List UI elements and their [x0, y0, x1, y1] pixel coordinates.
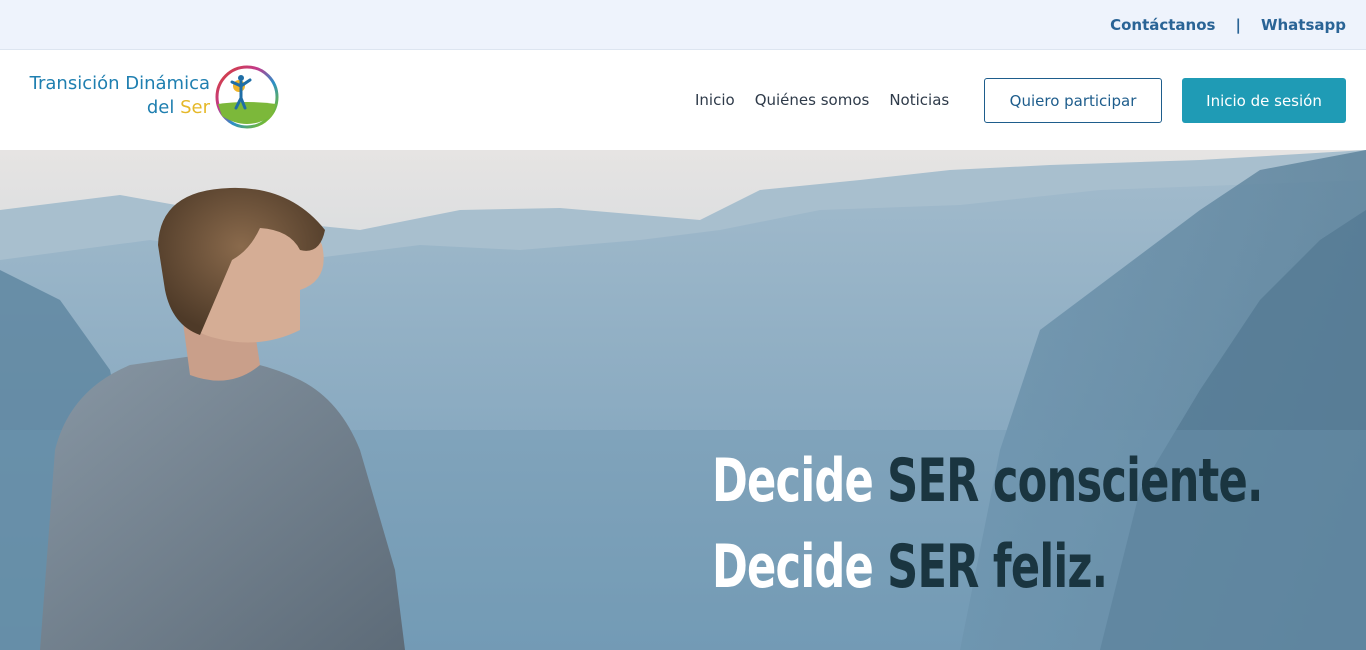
hero-headline: Decide SER consciente. Decide SER feliz.: [712, 438, 1366, 610]
logo-line2-b: Ser: [180, 97, 210, 118]
contact-link[interactable]: Contáctanos: [1110, 16, 1215, 34]
site-logo[interactable]: Transición Dinámica del Ser: [20, 64, 282, 132]
logo-emblem-icon: [215, 65, 279, 129]
nav-menu: Inicio Quiénes somos Noticias: [695, 50, 949, 150]
whatsapp-link[interactable]: Whatsapp: [1261, 16, 1346, 34]
hero-line-2-ser: SER feliz.: [887, 532, 1108, 602]
top-links-separator: |: [1235, 16, 1241, 34]
participate-button[interactable]: Quiero participar: [984, 78, 1162, 123]
nav-item-quienes-somos[interactable]: Quiénes somos: [755, 91, 870, 109]
top-links: Contáctanos | Whatsapp: [1110, 0, 1346, 50]
hero-line-2: Decide SER feliz.: [712, 524, 1263, 610]
logo-text: Transición Dinámica del Ser: [20, 72, 210, 120]
hero-line-2-decide: Decide: [712, 532, 888, 602]
login-button[interactable]: Inicio de sesión: [1182, 78, 1346, 123]
top-bar: Contáctanos | Whatsapp: [0, 0, 1366, 50]
nav-item-inicio[interactable]: Inicio: [695, 91, 735, 109]
nav-item-noticias[interactable]: Noticias: [889, 91, 949, 109]
hero-banner: Decide SER consciente. Decide SER feliz.: [0, 150, 1366, 650]
main-navbar: Transición Dinámica del Ser Inicio Quién…: [0, 50, 1366, 150]
hero-line-1-ser: SER consciente.: [887, 446, 1263, 516]
logo-line1: Transición Dinámica: [29, 73, 210, 94]
hero-line-1: Decide SER consciente.: [712, 438, 1263, 524]
hero-line-1-decide: Decide: [712, 446, 888, 516]
logo-line2-a: del: [146, 97, 181, 118]
